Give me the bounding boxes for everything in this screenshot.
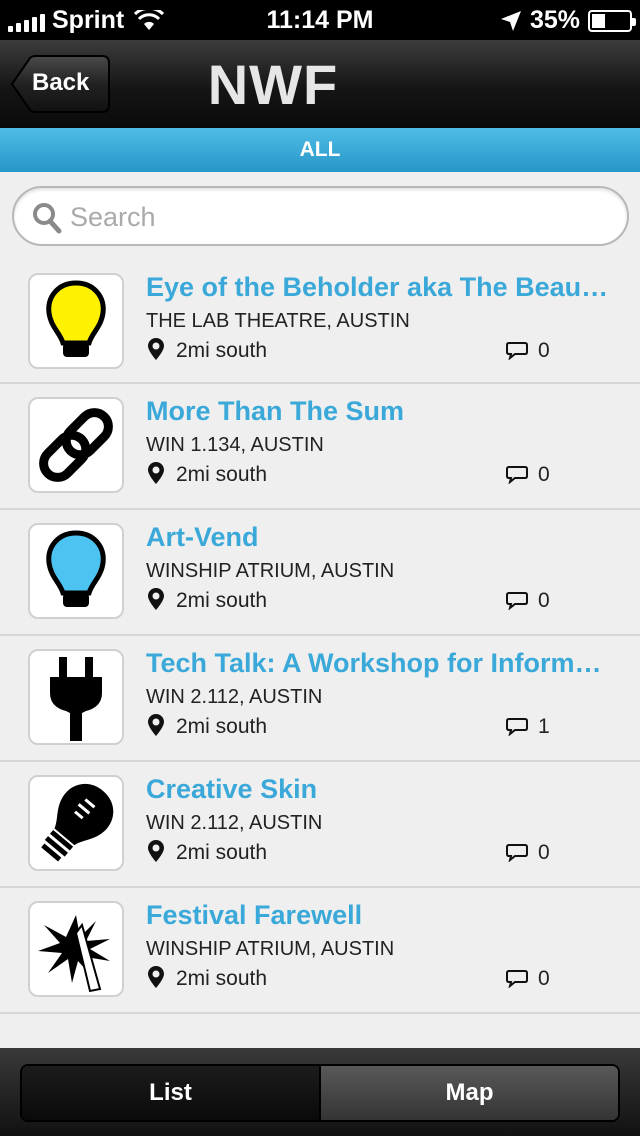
list-item[interactable]: Festival Farewell WINSHIP ATRIUM, AUSTIN… xyxy=(0,888,640,1014)
list-item[interactable]: Eye of the Beholder aka The Beauty of Im… xyxy=(0,260,640,384)
black-bulb-icon xyxy=(41,783,114,862)
plug-icon xyxy=(50,657,102,741)
category-filter[interactable]: ALL xyxy=(0,128,640,172)
event-distance: 2mi south xyxy=(176,463,268,486)
burst-icon xyxy=(38,915,110,993)
status-bar: Sprint 11:14 PM 35% xyxy=(0,0,640,40)
comment-icon xyxy=(506,844,528,862)
comment-count: 0 xyxy=(538,339,550,362)
location-pin-icon xyxy=(148,462,164,484)
event-title[interactable]: Festival Farewell xyxy=(146,900,616,931)
comment-icon xyxy=(506,466,528,484)
battery-percent: 35% xyxy=(529,6,580,34)
comment-icon xyxy=(506,592,528,610)
location-arrow-icon xyxy=(500,10,521,31)
comment-icon xyxy=(506,342,528,360)
event-venue: WINSHIP ATRIUM, AUSTIN xyxy=(146,938,395,960)
event-title[interactable]: More Than The Sum xyxy=(146,396,616,427)
tab-list[interactable]: List xyxy=(22,1066,321,1120)
page-title: NWF xyxy=(207,53,339,116)
event-title[interactable]: Creative Skin xyxy=(146,774,616,805)
location-pin-icon xyxy=(148,840,164,862)
tab-map[interactable]: Map xyxy=(321,1066,618,1120)
view-switcher: List Map xyxy=(20,1064,620,1122)
tab-bar: List Map xyxy=(0,1048,640,1136)
search-icon xyxy=(33,203,62,234)
comment-count: 0 xyxy=(538,841,550,864)
list-item[interactable]: Art-Vend WINSHIP ATRIUM, AUSTIN 2mi sout… xyxy=(0,510,640,636)
location-pin-icon xyxy=(148,714,164,736)
search-bar[interactable] xyxy=(12,186,629,246)
event-list: Eye of the Beholder aka The Beauty of Im… xyxy=(0,260,640,1014)
comment-count: 0 xyxy=(538,463,550,486)
event-title[interactable]: Art-Vend xyxy=(146,522,616,553)
yellow-bulb-icon xyxy=(46,280,106,357)
event-distance: 2mi south xyxy=(176,589,268,612)
event-venue: WIN 2.112, AUSTIN xyxy=(146,812,323,834)
comment-count: 0 xyxy=(538,967,550,990)
location-pin-icon xyxy=(148,338,164,360)
location-pin-icon xyxy=(148,588,164,610)
event-thumbnail xyxy=(28,523,124,619)
event-title[interactable]: Eye of the Beholder aka The Beauty of Im… xyxy=(146,272,616,303)
comment-count: 1 xyxy=(538,715,550,738)
battery-icon xyxy=(588,9,636,32)
comment-icon xyxy=(506,718,528,736)
event-title[interactable]: Tech Talk: A Workshop for Information xyxy=(146,648,616,679)
event-thumbnail xyxy=(28,775,124,871)
location-pin-icon xyxy=(148,966,164,988)
event-distance: 2mi south xyxy=(176,339,268,362)
blue-bulb-icon xyxy=(46,530,106,607)
event-venue: THE LAB THEATRE, AUSTIN xyxy=(146,310,410,332)
event-distance: 2mi south xyxy=(176,841,268,864)
event-distance: 2mi south xyxy=(176,967,268,990)
list-item[interactable]: Creative Skin WIN 2.112, AUSTIN 2mi sout… xyxy=(0,762,640,888)
event-venue: WIN 1.134, AUSTIN xyxy=(146,434,324,456)
event-venue: WIN 2.112, AUSTIN xyxy=(146,686,323,708)
comment-count: 0 xyxy=(538,589,550,612)
list-item[interactable]: Tech Talk: A Workshop for Information WI… xyxy=(0,636,640,762)
event-venue: WINSHIP ATRIUM, AUSTIN xyxy=(146,560,395,582)
event-thumbnail xyxy=(28,649,124,745)
comment-icon xyxy=(506,970,528,988)
event-thumbnail xyxy=(28,397,124,493)
navigation-bar: Back NWF xyxy=(0,40,640,128)
chain-link-icon xyxy=(39,408,113,482)
event-distance: 2mi south xyxy=(176,715,268,738)
list-item[interactable]: More Than The Sum WIN 1.134, AUSTIN 2mi … xyxy=(0,384,640,510)
event-thumbnail xyxy=(28,273,124,369)
search-input[interactable] xyxy=(70,198,590,236)
status-right: 35% xyxy=(500,6,636,35)
event-thumbnail xyxy=(28,901,124,997)
